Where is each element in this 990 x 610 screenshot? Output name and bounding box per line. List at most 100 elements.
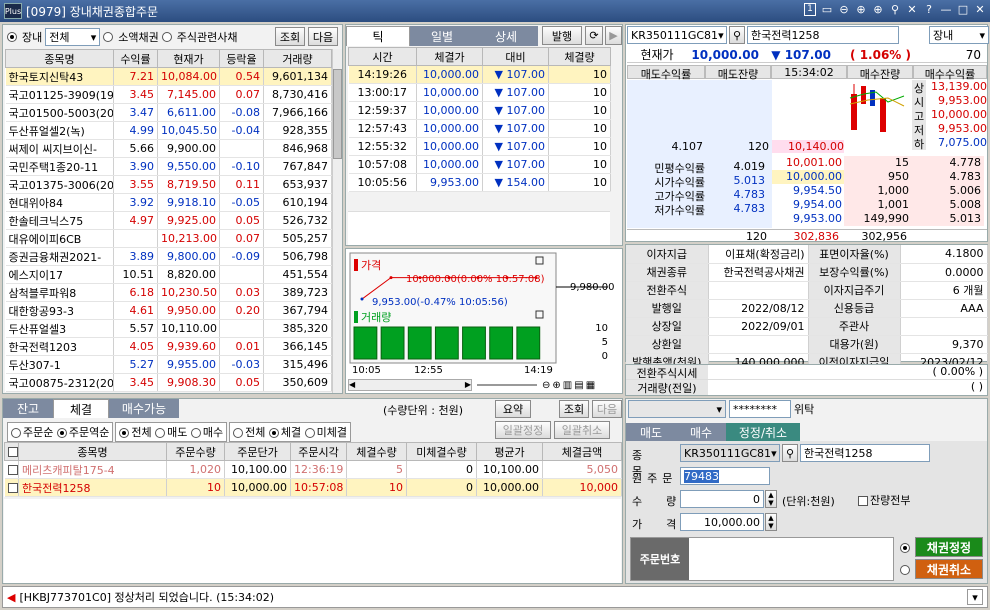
bid-price[interactable]: 9,954.50	[772, 184, 844, 198]
tick-row[interactable]: 10:05:56 9,953.00 ▼ 154.00 10	[348, 173, 611, 192]
orig-order-input[interactable]: 79483	[680, 467, 770, 485]
account-select[interactable]: ▾	[628, 400, 726, 418]
zoom-icon[interactable]: ⊕	[872, 3, 884, 16]
sort-desc-radio[interactable]	[56, 428, 67, 438]
chart-zoom-in-icon[interactable]: ⊕	[552, 380, 560, 391]
bond-row[interactable]: 현대위아84 3.92 9,918.10 -0.05 610,194	[5, 193, 332, 212]
bond-row[interactable]: 한국전력1203 4.05 9,939.60 0.01 366,145	[5, 337, 332, 356]
orders-query-button[interactable]: 조회	[559, 400, 589, 418]
scroll-left-icon[interactable]: ◀	[349, 380, 355, 390]
col-volume[interactable]: 거래량	[263, 49, 332, 68]
col-change[interactable]: 등락율	[219, 49, 264, 68]
bid-row[interactable]: 10,001.00 15 4.778	[772, 156, 987, 170]
tab-sell[interactable]: 매도	[626, 423, 676, 441]
tab-filled[interactable]: 체결	[53, 399, 109, 418]
sort-asc-radio[interactable]	[11, 428, 21, 438]
bond-row[interactable]: 두산퓨얼셀2(녹) 4.99 10,045.50 -0.04 928,355	[5, 121, 332, 140]
status-dropdown-icon[interactable]: ▾	[967, 589, 983, 605]
bond-row[interactable]: 대한항공93-3 4.61 9,950.00 0.20 367,794	[5, 301, 332, 320]
col-order-time[interactable]: 주문시각	[290, 442, 347, 461]
market-select-right[interactable]: 장내 ▾	[929, 26, 989, 44]
code-input[interactable]: KR350111GC81 ▾	[627, 26, 727, 44]
bid-row[interactable]: 9,954.50 1,000 5.006	[772, 184, 987, 198]
tab-detail[interactable]: 상세	[474, 26, 538, 46]
tab-tick[interactable]: 틱	[346, 26, 410, 46]
tab-buy[interactable]: 매수	[676, 423, 726, 441]
order-search-icon[interactable]: ⚲	[782, 444, 798, 462]
bid-row[interactable]: 10,000.00 950 4.783	[772, 170, 987, 184]
bid-price[interactable]: 9,954.00	[772, 198, 844, 212]
search-icon[interactable]: ⚲	[729, 26, 745, 44]
order-row[interactable]: 한국전력1258 10 10,000.00 10:57:08 10 0 10,000.00 1…	[4, 478, 622, 497]
col-price[interactable]: 현재가	[157, 49, 220, 68]
maximize-icon[interactable]: □	[957, 3, 969, 16]
order-checkbox[interactable]	[7, 465, 18, 475]
tab-buyable[interactable]: 매수가능	[109, 399, 179, 418]
bond-row[interactable]: 대유에이피6CB 10,213.00 0.07 505,257	[5, 229, 332, 248]
next-button[interactable]: 다음	[308, 27, 338, 46]
side-sell-radio[interactable]	[155, 428, 166, 438]
bond-row[interactable]: 한솔테크닉스75 4.97 9,925.00 0.05 526,732	[5, 211, 332, 230]
tick-row[interactable]: 12:59:37 10,000.00 ▼ 107.00 10	[348, 101, 611, 120]
zoom-out-icon[interactable]: ⊖	[838, 3, 850, 16]
price-up-icon[interactable]: ▲	[768, 514, 773, 522]
bid-price[interactable]: 10,000.00	[772, 170, 844, 184]
pin-icon[interactable]: ⚲	[889, 3, 901, 16]
bond-row[interactable]: 두산퓨얼셀3 5.57 10,110.00 385,320	[5, 319, 332, 338]
bond-row[interactable]: 증권금융채권2021- 3.89 9,800.00 -0.09 506,798	[5, 247, 332, 266]
password-field[interactable]: ********	[729, 400, 791, 418]
order-check-cell[interactable]	[4, 478, 19, 497]
col-trade-qty[interactable]: 체결량	[548, 47, 611, 66]
col-order-qty[interactable]: 주문수량	[166, 442, 225, 461]
bid-price[interactable]: 10,001.00	[772, 156, 844, 170]
qty-input[interactable]: 0	[680, 490, 764, 508]
qty-up-icon[interactable]: ▲	[768, 491, 773, 499]
tab-daily[interactable]: 일별	[410, 26, 474, 46]
zoom-in-icon[interactable]: ⊕	[855, 3, 867, 16]
chart-bar-icon[interactable]: ▥	[563, 380, 572, 391]
col-order-price[interactable]: 주문단가	[224, 442, 291, 461]
query-button[interactable]: 조회	[275, 27, 305, 46]
bond-row[interactable]: 국고01375-3006(20- 3.55 8,719.50 0.11 653,937	[5, 175, 332, 194]
bond-cancel-button[interactable]: 채권취소	[915, 559, 983, 579]
status-all-radio[interactable]	[233, 428, 244, 438]
bid-row[interactable]: 9,953.00 149,990 5.013	[772, 212, 987, 226]
tick-row[interactable]: 12:57:43 10,000.00 ▼ 107.00 10	[348, 119, 611, 138]
chart-list-icon[interactable]: ▦	[586, 380, 595, 391]
bond-row[interactable]: 국고01125-3909(19- 3.45 7,145.00 0.07 8,730,41…	[5, 85, 332, 104]
col-filled-amt[interactable]: 체결금액	[542, 442, 622, 461]
refresh-icon[interactable]: ⟳	[585, 26, 603, 45]
col-check[interactable]	[4, 442, 19, 461]
bond-row[interactable]: 국고01500-5003(20- 3.47 6,611.00 -0.08 7,966,1…	[5, 103, 332, 122]
price-input[interactable]: 10,000.00	[680, 513, 764, 531]
col-unfilled-qty[interactable]: 미체결수량	[406, 442, 477, 461]
tab-modify-cancel[interactable]: 정정/취소	[726, 423, 800, 441]
bond-row[interactable]: 국민주택1종20-11 3.90 9,550.00 -0.10 767,847	[5, 157, 332, 176]
col-avg-price[interactable]: 평균가	[476, 442, 543, 461]
tick-row[interactable]: 10:57:08 10,000.00 ▼ 107.00 10	[348, 155, 611, 174]
order-checkbox[interactable]	[7, 483, 18, 493]
minimize-icon[interactable]: —	[940, 3, 952, 16]
close-icon[interactable]: ✕	[974, 3, 986, 16]
side-buy-radio[interactable]	[190, 428, 201, 438]
bond-modify-button[interactable]: 채권정정	[915, 537, 983, 557]
bid-row[interactable]: 9,954.00 1,001 5.008	[772, 198, 987, 212]
order-row[interactable]: 메리츠캐피탈175-4 1,020 10,100.00 12:36:19 5 0 10,10…	[4, 460, 622, 479]
status-done-radio[interactable]	[268, 428, 279, 438]
code-dropdown-icon[interactable]: ▾	[718, 29, 724, 42]
bond-row[interactable]: 한국토지신탁43 7.21 10,084.00 0.54 9,601,134	[5, 67, 332, 86]
select-all-checkbox[interactable]	[8, 447, 18, 457]
ask-price[interactable]: 10,140.00	[772, 140, 844, 153]
col-name[interactable]: 종목명	[5, 49, 114, 68]
col-order-name[interactable]: 종목명	[18, 442, 167, 461]
price-stepper[interactable]: ▲ ▼	[765, 513, 777, 531]
price-down-icon[interactable]: ▼	[768, 522, 773, 530]
chart-zoom-out-icon[interactable]: ⊖	[542, 380, 550, 391]
bond-row[interactable]: 삼척블루파워8 6.18 10,230.50 0.03 389,723	[5, 283, 332, 302]
summary-button[interactable]: 요약	[495, 400, 531, 418]
bid-price[interactable]: 9,953.00	[772, 212, 844, 226]
window-number-icon[interactable]: 1	[804, 3, 816, 16]
tool-icon[interactable]: ✕	[906, 3, 918, 16]
qty-stepper[interactable]: ▲ ▼	[765, 490, 777, 508]
tick-row[interactable]: 12:55:32 10,000.00 ▼ 107.00 10	[348, 137, 611, 156]
